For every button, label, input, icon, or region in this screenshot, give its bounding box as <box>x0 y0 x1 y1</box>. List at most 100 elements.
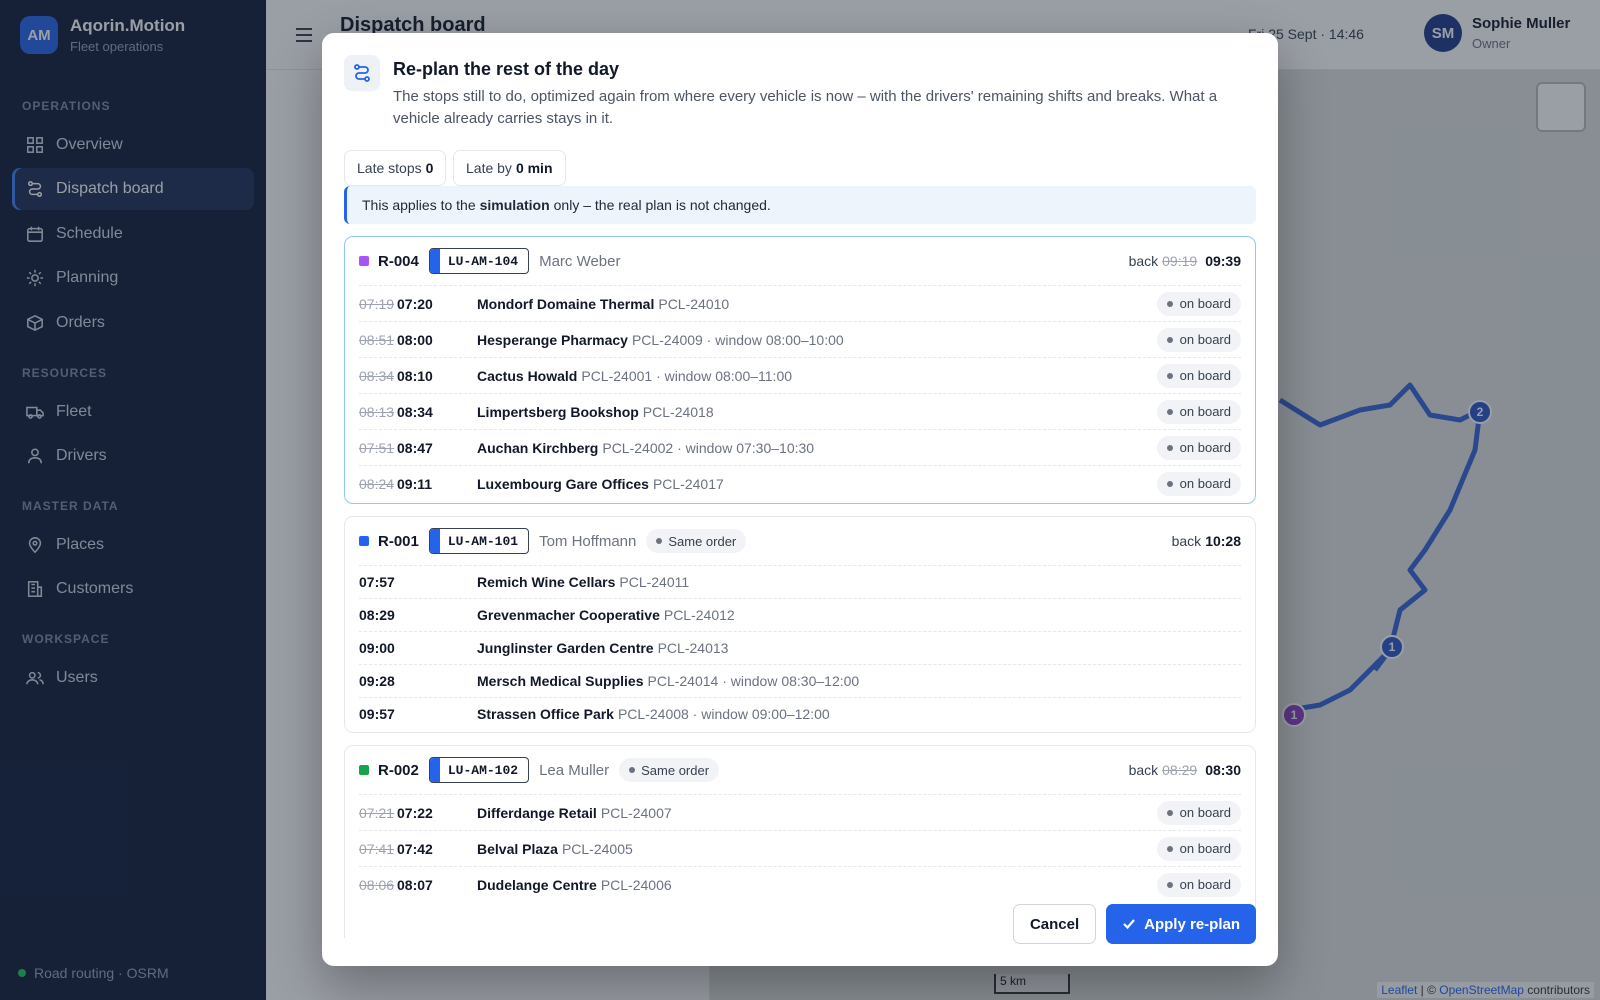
route-color-swatch <box>359 536 369 546</box>
back-label: back <box>1128 253 1159 269</box>
stop-new-time: 07:22 <box>397 804 433 821</box>
modal-backdrop[interactable]: Re-plan the rest of the day The stops st… <box>0 0 1600 1000</box>
stop-meta: PCL-24018 <box>642 403 714 420</box>
stop-name: Hesperange Pharmacy <box>477 331 628 348</box>
back-label: back <box>1171 533 1202 549</box>
stop-old-time: 08:51 <box>359 331 395 348</box>
route-color-swatch <box>359 765 369 775</box>
same-order-badge: Same order <box>619 758 720 782</box>
stop-name: Dudelange Centre <box>477 876 597 893</box>
stop-meta: PCL-24006 <box>600 876 672 893</box>
notice-post: only – the real plan is not changed. <box>553 197 771 213</box>
stop-meta: PCL-24005 <box>561 840 633 857</box>
stop-old-time: 08:13 <box>359 403 395 420</box>
stop-row: 07:21 07:22 Differdange Retail PCL-24007 on … <box>359 794 1241 830</box>
routes-scroll[interactable]: R-004 LU-AM-104 Marc Weber back 09:19 09:3… <box>344 223 1258 938</box>
route-header: R-001 LU-AM-101 Tom Hoffmann Same order … <box>345 517 1255 565</box>
stop-name: Differdange Retail <box>477 804 597 821</box>
route-header: R-004 LU-AM-104 Marc Weber back 09:19 09:3… <box>345 237 1255 285</box>
stop-meta: PCL-24009 · window 08:00–10:00 <box>631 331 844 348</box>
stop-new-time: 09:00 <box>359 640 395 656</box>
vehicle-plate: LU-AM-101 <box>428 528 530 554</box>
stop-row: 08:24 09:11 Luxembourg Gare Offices PCL-240… <box>359 465 1241 501</box>
on-board-badge: on board <box>1156 363 1241 388</box>
notice-bold: simulation <box>479 197 550 213</box>
dialog-description: The stops still to do, optimized again f… <box>393 88 1218 127</box>
vehicle-plate: LU-AM-102 <box>428 757 530 783</box>
on-board-badge: on board <box>1156 435 1241 460</box>
apply-replan-button[interactable]: Apply re-plan <box>1106 904 1256 944</box>
stop-row: 08:34 08:10 Cactus Howald PCL-24001 · windo… <box>359 357 1241 393</box>
stop-new-time: 08:10 <box>397 367 433 384</box>
vehicle-plate: LU-AM-104 <box>428 248 530 274</box>
simulation-notice: This applies to the simulation only – the … <box>344 186 1256 224</box>
route-color-swatch <box>359 256 369 266</box>
on-board-badge: on board <box>1156 800 1241 825</box>
on-board-badge: on board <box>1156 471 1241 496</box>
cancel-button[interactable]: Cancel <box>1012 904 1097 944</box>
stop-old-time: 08:06 <box>359 876 395 893</box>
stop-new-time: 08:07 <box>397 876 433 893</box>
late-stops-value: 0 <box>425 160 434 176</box>
route-card-r-001[interactable]: R-001 LU-AM-101 Tom Hoffmann Same order … <box>344 516 1256 733</box>
stop-old-time: 08:34 <box>359 367 395 384</box>
same-order-badge: Same order <box>646 529 747 553</box>
stop-meta: PCL-24002 · window 07:30–10:30 <box>602 439 815 456</box>
dialog-footer: Cancel Apply re-plan <box>1012 904 1256 944</box>
stop-name: Cactus Howald <box>477 367 578 384</box>
stop-meta: PCL-24008 · window 09:00–12:00 <box>617 706 830 722</box>
stop-row: 07:51 08:47 Auchan Kirchberg PCL-24002 · wi… <box>359 429 1241 465</box>
stop-old-time: 07:19 <box>359 295 395 312</box>
stop-new-time: 08:29 <box>359 607 395 623</box>
stop-name: Remich Wine Cellars <box>477 574 616 590</box>
stop-new-time: 08:34 <box>397 403 433 420</box>
notice-pre: This applies to the <box>362 197 476 213</box>
stop-name: Mondorf Domaine Thermal <box>477 295 655 312</box>
route-code: R-002 <box>378 761 419 779</box>
route-code: R-001 <box>378 532 419 550</box>
stop-meta: PCL-24010 <box>658 295 730 312</box>
return-time: back 08:29 08:30 <box>1129 762 1241 778</box>
route-code: R-004 <box>378 252 419 270</box>
late-by-value: 0 min <box>515 160 553 176</box>
stop-row: 07:41 07:42 Belval Plaza PCL-24005 on board <box>359 830 1241 866</box>
stop-old-time: 07:41 <box>359 840 395 857</box>
late-by-label: Late by <box>466 160 512 176</box>
stop-name: Mersch Medical Supplies <box>477 673 644 689</box>
stop-old-time: 07:51 <box>359 439 395 456</box>
back-new: 10:28 <box>1205 533 1241 549</box>
stop-new-time: 07:42 <box>397 840 433 857</box>
apply-replan-label: Apply re-plan <box>1144 915 1240 933</box>
stop-row: 09:57 Strassen Office Park PCL-24008 · win… <box>359 697 1241 730</box>
driver-name: Tom Hoffmann <box>539 532 637 550</box>
stop-old-time: 08:24 <box>359 475 395 492</box>
stop-row: 08:29 Grevenmacher Cooperative PCL-24012 <box>359 598 1241 631</box>
driver-name: Marc Weber <box>539 252 621 270</box>
stop-new-time: 07:57 <box>359 574 395 590</box>
stop-row: 09:00 Junglinster Garden Centre PCL-24013 <box>359 631 1241 664</box>
stop-row: 08:51 08:00 Hesperange Pharmacy PCL-24009 ·… <box>359 321 1241 357</box>
stop-new-time: 08:47 <box>397 439 433 456</box>
return-time: back 10:28 <box>1172 533 1241 549</box>
check-icon <box>1123 919 1135 930</box>
stop-name: Grevenmacher Cooperative <box>477 607 660 623</box>
stop-meta: PCL-24014 · window 08:30–12:00 <box>647 673 860 689</box>
stop-row: 08:06 08:07 Dudelange Centre PCL-24006 on bo… <box>359 866 1241 902</box>
on-board-badge: on board <box>1156 399 1241 424</box>
back-label: back <box>1128 762 1159 778</box>
stop-old-time: 07:21 <box>359 804 395 821</box>
on-board-badge: on board <box>1156 872 1241 897</box>
stop-meta: PCL-24012 <box>663 607 735 623</box>
back-old: 09:19 <box>1162 253 1198 269</box>
stop-name: Belval Plaza <box>477 840 558 857</box>
stop-meta: PCL-24013 <box>657 640 729 656</box>
stop-row: 08:13 08:34 Limpertsberg Bookshop PCL-24018… <box>359 393 1241 429</box>
stop-new-time: 09:11 <box>397 475 433 492</box>
route-card-r-004[interactable]: R-004 LU-AM-104 Marc Weber back 09:19 09:3… <box>344 236 1256 504</box>
stop-row: 07:57 Remich Wine Cellars PCL-24011 <box>359 565 1241 598</box>
dialog-title: Re-plan the rest of the day <box>393 59 620 79</box>
back-new: 09:39 <box>1205 253 1241 269</box>
stop-row: 09:28 Mersch Medical Supplies PCL-24014 · … <box>359 664 1241 697</box>
return-time: back 09:19 09:39 <box>1129 253 1241 269</box>
stop-new-time: 08:00 <box>397 331 433 348</box>
